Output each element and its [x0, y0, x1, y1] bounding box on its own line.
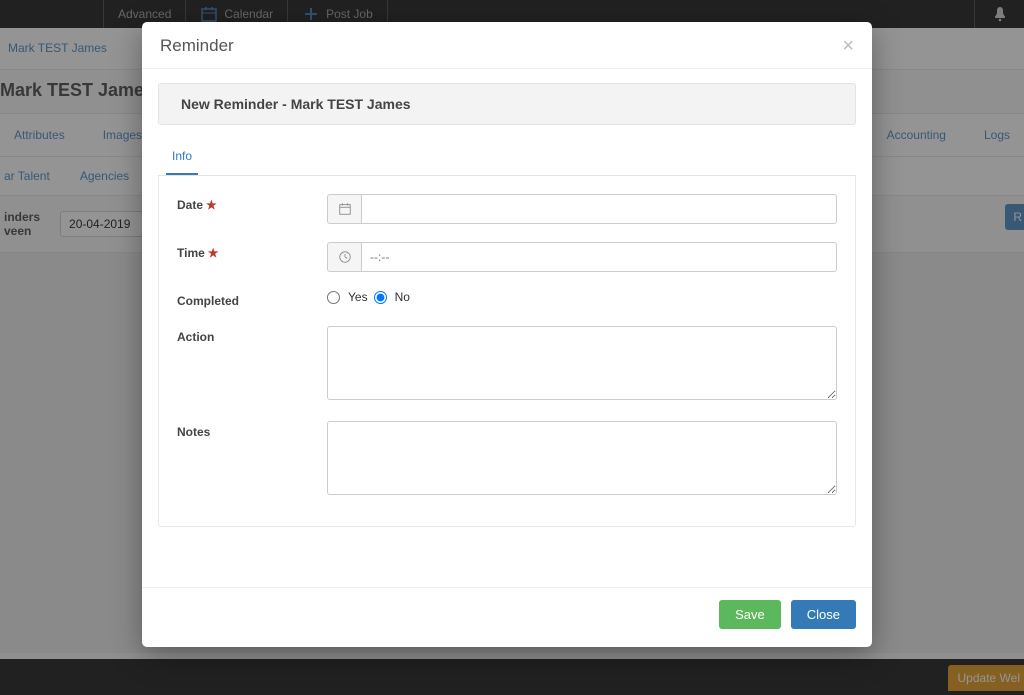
form-panel: Date★ Time★ [158, 176, 856, 527]
row-time: Time★ [177, 242, 837, 272]
modal-close-x[interactable]: × [842, 36, 854, 56]
save-button[interactable]: Save [719, 600, 781, 629]
date-input[interactable] [361, 194, 837, 224]
time-input-group [327, 242, 837, 272]
close-button[interactable]: Close [791, 600, 856, 629]
completed-no-radio[interactable] [374, 291, 387, 304]
completed-radio-group: Yes No [327, 290, 837, 304]
completed-yes-label: Yes [348, 290, 368, 304]
label-notes: Notes [177, 421, 327, 439]
action-textarea[interactable] [327, 326, 837, 400]
row-date: Date★ [177, 194, 837, 224]
modal-footer: Save Close [142, 588, 872, 647]
clock-addon-icon[interactable] [327, 242, 361, 272]
label-date-text: Date [177, 198, 203, 212]
modal-body: New Reminder - Mark TEST James Info Date… [142, 69, 872, 557]
label-time-text: Time [177, 246, 205, 260]
row-completed: Completed Yes No [177, 290, 837, 308]
label-time: Time★ [177, 242, 327, 260]
row-action: Action [177, 326, 837, 403]
required-star: ★ [206, 198, 217, 212]
label-date: Date★ [177, 194, 327, 212]
modal-tab-info[interactable]: Info [166, 141, 198, 175]
row-notes: Notes [177, 421, 837, 498]
completed-no-label: No [395, 290, 410, 304]
date-input-group [327, 194, 837, 224]
reminder-modal: Reminder × New Reminder - Mark TEST Jame… [142, 22, 872, 647]
time-input[interactable] [361, 242, 837, 272]
label-completed: Completed [177, 290, 327, 308]
notes-textarea[interactable] [327, 421, 837, 495]
completed-yes-radio[interactable] [327, 291, 340, 304]
modal-tabs: Info [158, 141, 856, 176]
modal-header: Reminder × [142, 22, 872, 69]
calendar-addon-icon[interactable] [327, 194, 361, 224]
label-action: Action [177, 326, 327, 344]
required-star: ★ [208, 246, 219, 260]
modal-title: Reminder [160, 36, 234, 56]
panel-title: New Reminder - Mark TEST James [158, 83, 856, 125]
